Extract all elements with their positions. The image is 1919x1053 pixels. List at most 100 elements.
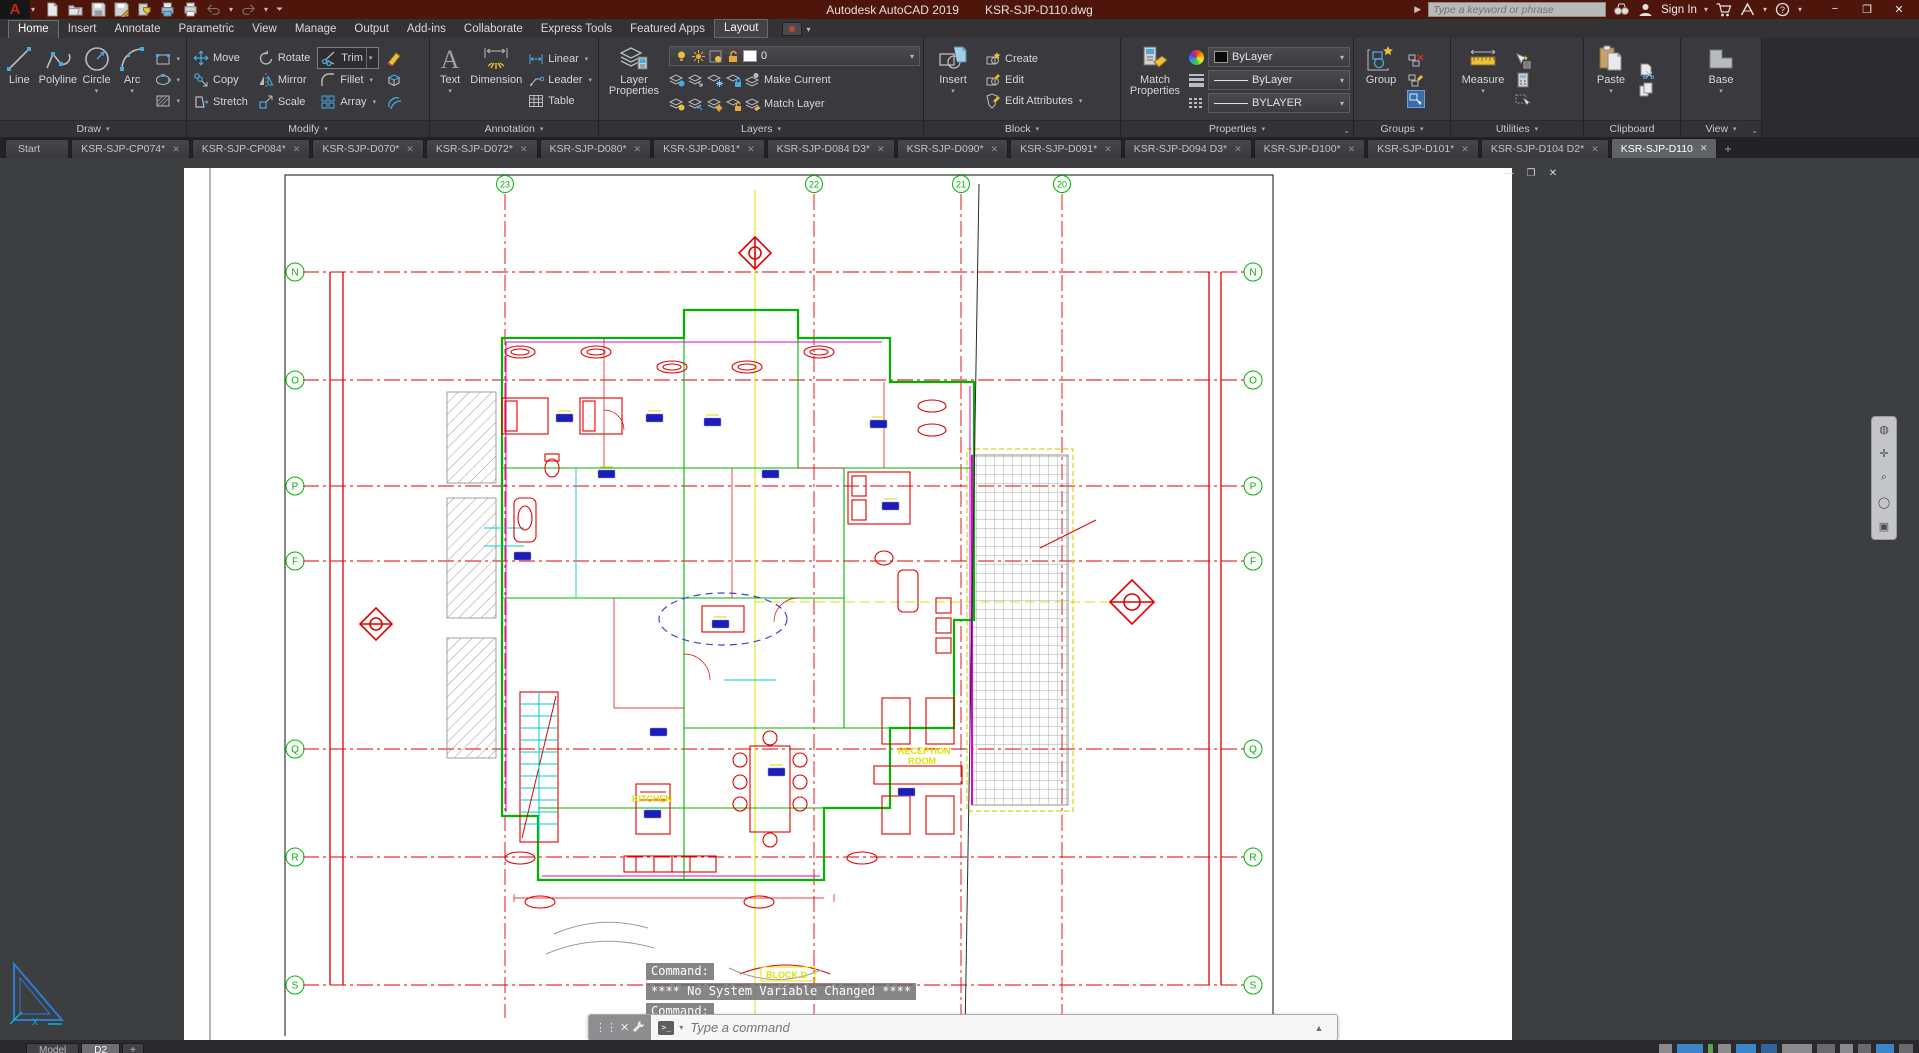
maximize-button[interactable]: ❐ [1851, 3, 1883, 16]
annotation-scale-icon[interactable] [1858, 1044, 1871, 1053]
file-tab[interactable]: KSR-SJP-D101*✕ [1367, 139, 1479, 158]
model-tab[interactable]: Model [26, 1043, 79, 1053]
linear-caret-icon[interactable]: ▾ [585, 55, 589, 63]
layer-off-icon[interactable] [669, 72, 685, 88]
command-input[interactable] [688, 1019, 1303, 1036]
id-point-icon[interactable] [1515, 91, 1531, 107]
panel-label-annotation[interactable]: Annotation▾ [430, 120, 598, 137]
panel-label-block[interactable]: Block▾ [924, 120, 1120, 137]
insert-caret-icon[interactable]: ▾ [951, 87, 955, 95]
layer-unlock-all-icon[interactable] [726, 96, 742, 112]
panel-label-draw[interactable]: Draw▾ [0, 120, 186, 137]
showmotion-icon[interactable]: ▣ [1879, 520, 1889, 533]
layer-thaw-all-icon[interactable] [707, 96, 723, 112]
ribbon-display-caret-icon[interactable]: ▾ [806, 25, 810, 34]
measure-button[interactable]: Measure ▾ [1454, 40, 1512, 120]
object-color-select[interactable]: ByLayer ▾ [1208, 47, 1350, 67]
arc-button[interactable]: Arc ▾ [116, 40, 149, 120]
file-tab[interactable]: KSR-SJP-CP074*✕ [71, 139, 190, 158]
layer-select-caret-icon[interactable]: ▾ [910, 52, 914, 61]
close-tab-icon[interactable]: ✕ [747, 144, 755, 155]
printer-icon[interactable] [183, 2, 198, 17]
open-folder-icon[interactable] [68, 2, 83, 17]
base-caret-icon[interactable]: ▾ [1719, 87, 1723, 95]
search-binoculars-icon[interactable] [1613, 2, 1630, 17]
lineweight-select[interactable]: ByLayer ▾ [1208, 70, 1350, 90]
cut-icon[interactable] [1638, 63, 1654, 79]
layer-select[interactable]: 0 ▾ [669, 46, 920, 66]
circle-caret-icon[interactable]: ▾ [95, 87, 99, 95]
file-tab[interactable]: KSR-SJP-D080*✕ [540, 139, 652, 158]
layer-on-all-icon[interactable] [669, 96, 685, 112]
close-tab-icon[interactable]: ✕ [877, 144, 885, 155]
pan-icon[interactable]: ✛ [1879, 447, 1888, 460]
tab-featured-apps[interactable]: Featured Apps [621, 21, 714, 38]
group-selection-toggle[interactable] [1408, 91, 1424, 107]
customize-wrench-icon[interactable] [632, 1020, 645, 1036]
command-line-bar[interactable]: ⋮⋮ ✕ >_ ▾ ▲ [588, 1014, 1338, 1040]
selection-cycling-icon[interactable] [1840, 1044, 1853, 1053]
text-button[interactable]: A Text ▾ [433, 40, 467, 120]
edit-attributes-button[interactable]: Edit Attributes▾ [982, 92, 1085, 110]
text-caret-icon[interactable]: ▾ [448, 87, 452, 95]
panel-label-modify[interactable]: Modify▾ [187, 120, 429, 137]
file-tab[interactable]: KSR-SJP-D090*✕ [897, 139, 1009, 158]
autodesk-app-icon[interactable] [1739, 2, 1756, 17]
leader-button[interactable]: Leader▾ [525, 71, 595, 89]
view-dialog-launcher-icon[interactable]: ⌄ [1751, 126, 1758, 135]
workspace-icon[interactable] [137, 2, 152, 17]
make-current-button[interactable]: Make Current [764, 74, 831, 86]
close-tab-icon[interactable]: ✕ [1234, 144, 1242, 155]
panel-label-clipboard[interactable]: Clipboard [1584, 120, 1680, 137]
file-tab[interactable]: KSR-SJP-D084 D3*✕ [767, 139, 895, 158]
doc-restore-icon[interactable]: ❐ [1525, 168, 1537, 179]
close-tab-icon[interactable]: ✕ [634, 144, 642, 155]
fillet-button[interactable]: Fillet▾ [317, 69, 379, 91]
polyline-button[interactable]: Polyline [39, 40, 78, 120]
ortho-toggle-icon[interactable] [1718, 1044, 1731, 1053]
panel-label-groups[interactable]: Groups▾ [1354, 120, 1450, 137]
trim-caret-icon[interactable]: ▾ [366, 48, 375, 68]
app-menu-button[interactable]: A [0, 0, 30, 19]
copy-clip-icon[interactable] [1638, 82, 1654, 98]
file-tab[interactable]: KSR-SJP-D104 D2*✕ [1481, 139, 1609, 158]
panel-label-properties[interactable]: Properties▾⌄ [1121, 120, 1353, 137]
doc-close-icon[interactable]: ✕ [1547, 168, 1559, 179]
offset-button[interactable] [383, 91, 405, 113]
help-caret-icon[interactable]: ▾ [1798, 5, 1802, 14]
undo-icon[interactable] [206, 2, 221, 17]
leader-caret-icon[interactable]: ▾ [588, 76, 592, 84]
close-tab-icon[interactable]: ✕ [991, 144, 999, 155]
file-tab[interactable]: KSR-SJP-D091*✕ [1010, 139, 1122, 158]
undo-caret-icon[interactable]: ▾ [229, 5, 233, 14]
tab-output[interactable]: Output [345, 21, 398, 38]
dimension-button[interactable]: Dimension [470, 40, 522, 120]
ellipse-button[interactable]: ▾ [152, 71, 184, 89]
polar-toggle-icon[interactable] [1736, 1044, 1756, 1053]
close-tab-icon[interactable]: ✕ [1461, 144, 1469, 155]
close-tab-icon[interactable]: ✕ [293, 144, 301, 155]
file-tab[interactable]: KSR-SJP-CP084*✕ [192, 139, 311, 158]
isolate-objects-icon[interactable] [1899, 1044, 1913, 1053]
sign-in-button[interactable]: Sign In [1661, 4, 1697, 16]
group-button[interactable]: Group [1357, 40, 1405, 120]
snap-toggle-icon[interactable] [1677, 1044, 1703, 1053]
measure-caret-icon[interactable]: ▾ [1481, 87, 1485, 95]
help-icon[interactable]: ? [1774, 2, 1791, 17]
stretch-button[interactable]: Stretch [190, 91, 251, 113]
command-close-icon[interactable]: ✕ [620, 1021, 629, 1034]
tab-layout[interactable]: Layout [714, 19, 769, 38]
layer-lock-icon[interactable] [726, 72, 742, 88]
explode-button[interactable] [383, 69, 405, 91]
move-button[interactable]: Move [190, 47, 251, 69]
close-tab-icon[interactable]: ✕ [520, 144, 528, 155]
array-button[interactable]: Array▾ [317, 91, 379, 113]
help-search-input[interactable] [1428, 2, 1606, 17]
layer-properties-button[interactable]: Layer Properties [602, 40, 666, 120]
file-tab[interactable]: KSR-SJP-D072*✕ [426, 139, 538, 158]
zoom-extents-icon[interactable]: ⌕ [1881, 471, 1887, 484]
tab-manage[interactable]: Manage [286, 21, 346, 38]
osnap-toggle-icon[interactable] [1761, 1044, 1777, 1053]
dynamic-input-icon[interactable] [1708, 1044, 1713, 1053]
autodesk-caret-icon[interactable]: ▾ [1763, 5, 1767, 14]
